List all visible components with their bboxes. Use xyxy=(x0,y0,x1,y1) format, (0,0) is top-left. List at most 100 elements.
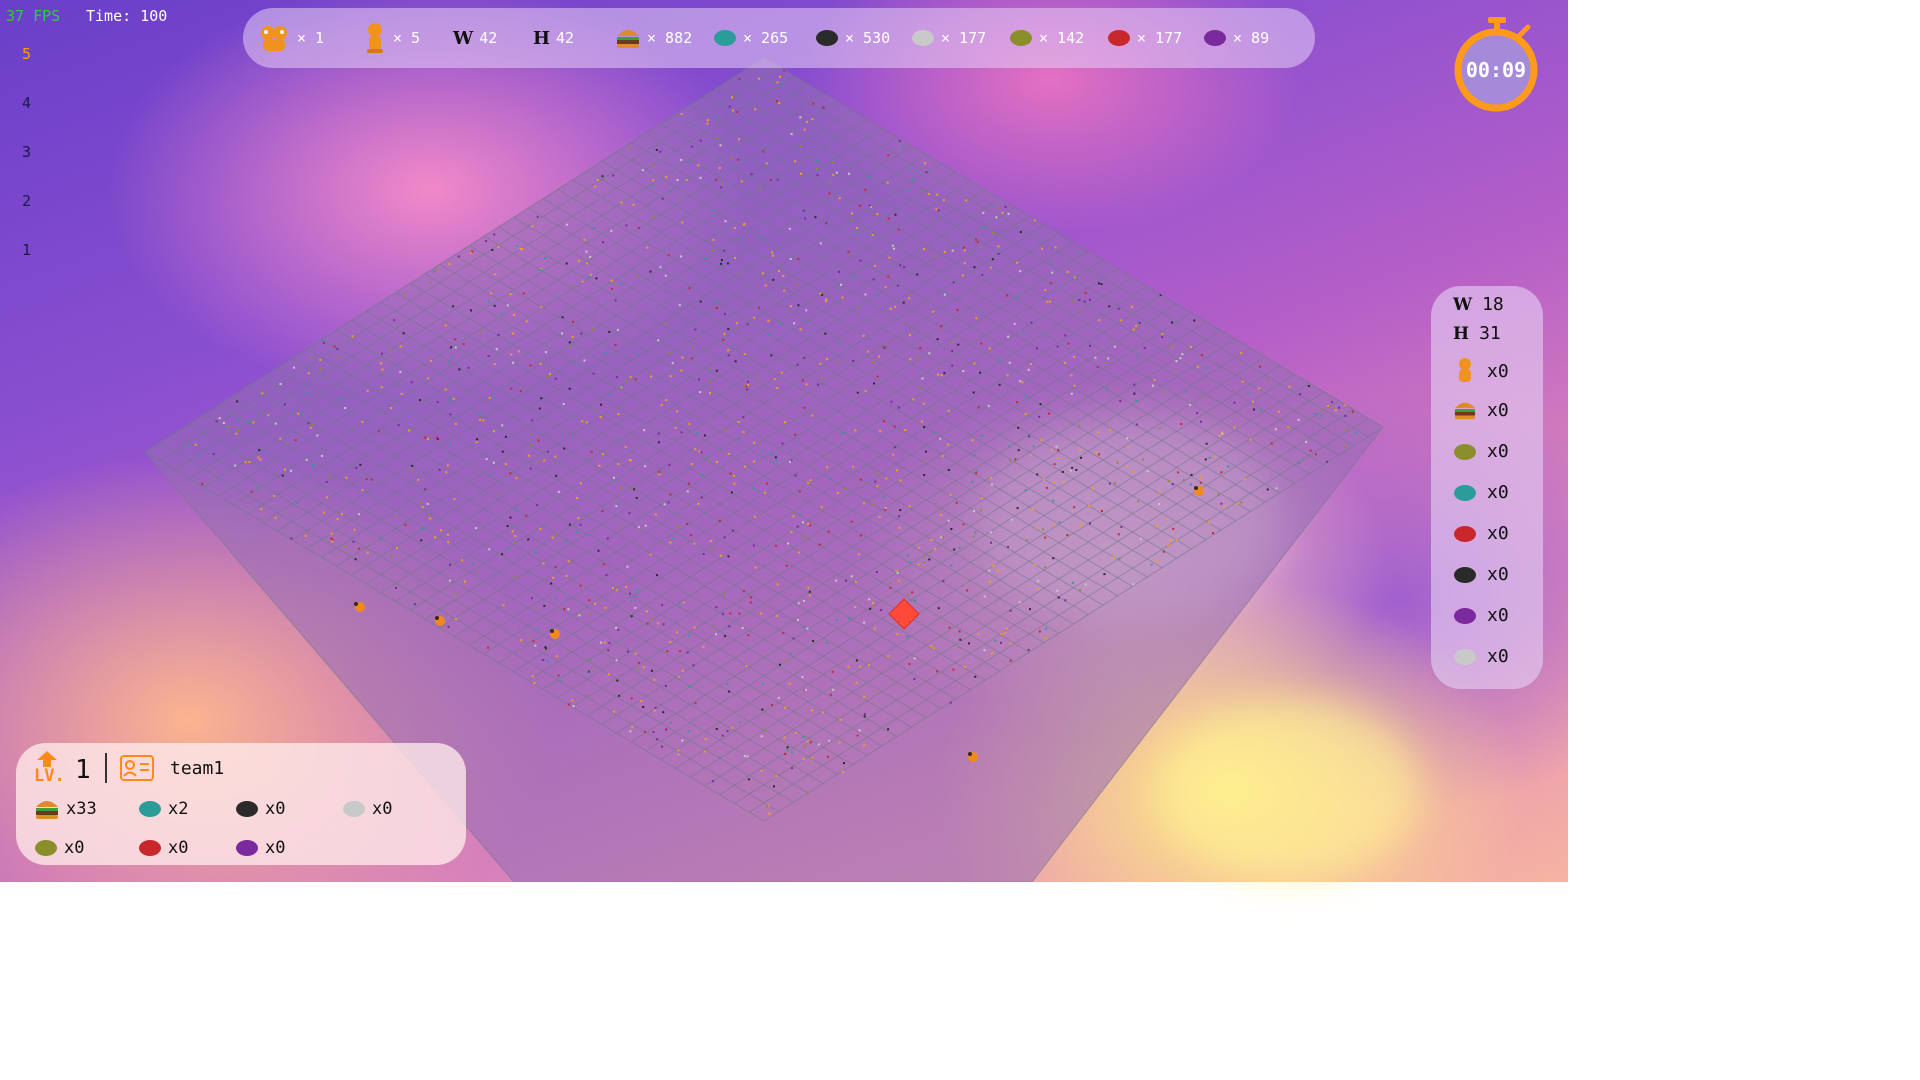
level-5[interactable]: 5 xyxy=(22,45,42,94)
inv-food-value: x33 xyxy=(66,799,97,819)
height-value: 42 xyxy=(556,29,575,47)
stone-icon xyxy=(1454,607,1476,624)
garfield-pair-icon xyxy=(261,26,287,51)
inv-gray-stone-value: x0 xyxy=(372,799,393,819)
level-3[interactable]: 3 xyxy=(22,143,42,192)
stone-icon xyxy=(139,840,161,856)
tile-players: x0 xyxy=(1453,356,1509,386)
inv-purple-stone-value: x0 xyxy=(265,838,286,858)
burger-icon xyxy=(617,30,639,48)
burger-icon xyxy=(36,801,58,819)
team-count-value: × 1 xyxy=(297,29,325,47)
width-label: W xyxy=(453,27,474,49)
tile-height-label: H xyxy=(1453,323,1470,344)
inv-food: x33 xyxy=(34,797,97,821)
map-height: H 42 xyxy=(533,8,574,68)
time-label: Time: 100 xyxy=(86,7,168,25)
garfield-icon xyxy=(367,23,383,53)
world-stats-bar: × 1 × 5 W 42 H 42 × 882 × 265 × 530 × 17… xyxy=(243,8,1315,68)
inv-purple-stone: x0 xyxy=(235,838,285,858)
stone-icon xyxy=(1454,525,1476,542)
stone-icon xyxy=(1010,30,1032,46)
team-name: team1 xyxy=(170,758,225,779)
inv-olive-stone-value: x0 xyxy=(64,838,85,858)
phiras-total-value: × 177 xyxy=(1137,29,1183,47)
tile-teal-stone: x0 xyxy=(1453,482,1509,503)
tile-red-stone-value: x0 xyxy=(1487,523,1509,544)
tile-food: x0 xyxy=(1453,399,1509,421)
player-count: × 5 xyxy=(363,8,420,68)
tile-width: W 18 xyxy=(1453,294,1504,315)
stone-icon xyxy=(236,840,258,856)
width-value: 42 xyxy=(479,29,498,47)
inv-black-stone-value: x0 xyxy=(265,799,286,819)
tile-gray-stone: x0 xyxy=(1453,646,1509,667)
thystame-total: × 89 xyxy=(1203,8,1269,68)
player-sprite[interactable] xyxy=(550,629,560,639)
tile-width-label: W xyxy=(1453,294,1473,315)
food-total: × 882 xyxy=(615,8,692,68)
level-label: LV. xyxy=(34,766,65,786)
divider xyxy=(105,753,107,783)
player-sprite[interactable] xyxy=(435,616,445,626)
tile-black-stone: x0 xyxy=(1453,564,1509,585)
linemate-total-value: × 265 xyxy=(743,29,789,47)
tile-food-value: x0 xyxy=(1487,399,1509,421)
level-selector[interactable]: 5 4 3 2 1 xyxy=(22,45,42,290)
height-label: H xyxy=(533,27,551,49)
stone-icon xyxy=(1454,484,1476,501)
sibur-total: × 177 xyxy=(911,8,986,68)
stone-icon xyxy=(1454,648,1476,665)
player-sprite[interactable] xyxy=(968,752,978,762)
stone-icon xyxy=(35,840,57,856)
level-2[interactable]: 2 xyxy=(22,192,42,241)
tile-olive-stone: x0 xyxy=(1453,441,1509,462)
tile-teal-stone-value: x0 xyxy=(1487,482,1509,503)
tile-height: H 31 xyxy=(1453,323,1501,344)
tile-red-stone: x0 xyxy=(1453,523,1509,544)
tile-height-value: 31 xyxy=(1479,323,1501,344)
inv-red-stone: x0 xyxy=(138,838,188,858)
map-width: W 42 xyxy=(453,8,497,68)
tile-purple-stone-value: x0 xyxy=(1487,605,1509,626)
inv-black-stone: x0 xyxy=(235,799,285,819)
id-card-icon xyxy=(120,755,154,781)
team-count: × 1 xyxy=(257,8,324,68)
stone-icon xyxy=(714,30,736,46)
tile-width-value: 18 xyxy=(1482,294,1504,315)
inv-gray-stone: x0 xyxy=(342,799,392,819)
tile-black-stone-value: x0 xyxy=(1487,564,1509,585)
player-sprite[interactable] xyxy=(1194,486,1204,496)
stone-icon xyxy=(1454,566,1476,583)
stone-icon xyxy=(139,801,161,817)
deraumere-total: × 530 xyxy=(815,8,890,68)
stone-icon xyxy=(236,801,258,817)
stone-icon xyxy=(912,30,934,46)
player-level: 1 xyxy=(75,755,91,785)
stone-icon xyxy=(816,30,838,46)
thystame-total-value: × 89 xyxy=(1233,29,1270,47)
stone-icon xyxy=(1454,443,1476,460)
inv-teal-stone-value: x2 xyxy=(168,799,189,819)
tile-info-panel: W 18 H 31 x0 x0 x0 x0 x0 x0 x0 x0 xyxy=(1431,286,1543,689)
mendiane-total-value: × 142 xyxy=(1039,29,1085,47)
burger-icon xyxy=(1454,402,1476,420)
tile-olive-stone-value: x0 xyxy=(1487,441,1509,462)
player-info-panel: LV. 1 team1 x33 x2 x0 x0 x0 x0 x0 xyxy=(16,743,466,865)
stone-icon xyxy=(1108,30,1130,46)
mendiane-total: × 142 xyxy=(1009,8,1084,68)
deraumere-total-value: × 530 xyxy=(845,29,891,47)
timer-value: 00:09 xyxy=(1465,58,1527,82)
player-count-value: × 5 xyxy=(393,29,421,47)
level-1[interactable]: 1 xyxy=(22,241,42,290)
phiras-total: × 177 xyxy=(1107,8,1182,68)
stone-icon xyxy=(343,801,365,817)
inv-red-stone-value: x0 xyxy=(168,838,189,858)
linemate-total: × 265 xyxy=(713,8,788,68)
inv-teal-stone: x2 xyxy=(138,799,188,819)
level-4[interactable]: 4 xyxy=(22,94,42,143)
tile-players-value: x0 xyxy=(1487,360,1509,382)
stopwatch: 00:09 xyxy=(1452,15,1540,115)
sibur-total-value: × 177 xyxy=(941,29,987,47)
inv-olive-stone: x0 xyxy=(34,838,84,858)
